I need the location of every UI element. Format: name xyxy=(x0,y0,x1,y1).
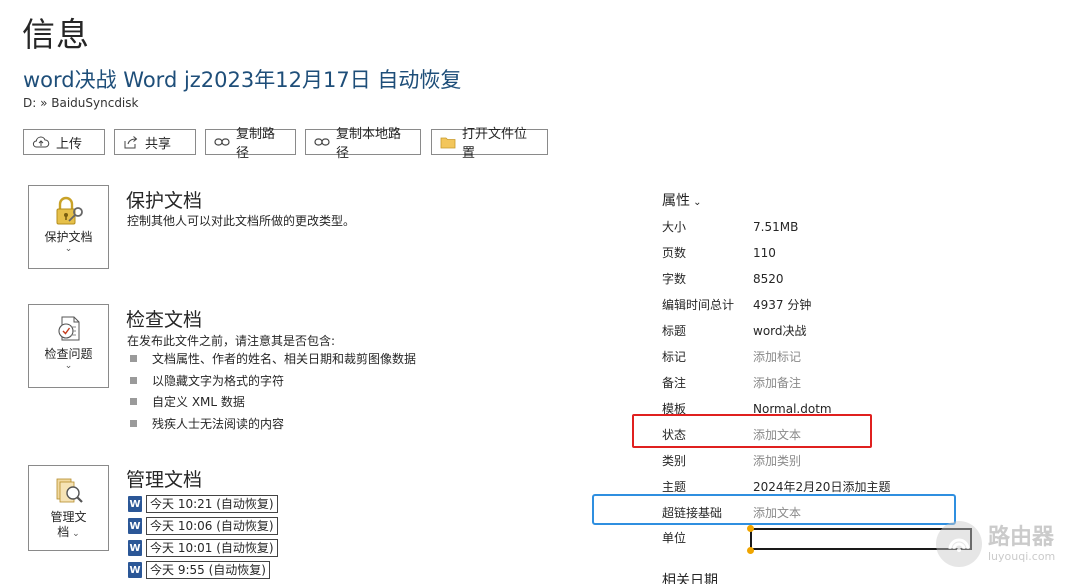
page-title: 信息 xyxy=(22,15,90,54)
version-item[interactable]: W 今天 10:01 (自动恢复) xyxy=(128,538,278,558)
share-icon xyxy=(124,136,138,149)
chevron-down-icon: ⌄ xyxy=(64,361,73,371)
related-dates-heading: 相关日期 xyxy=(662,573,718,584)
properties-dropdown[interactable]: 属性 ⌄ xyxy=(662,190,702,210)
hyperlink-base-highlight-box xyxy=(592,494,956,525)
bullet-icon xyxy=(130,419,137,427)
bullet-icon xyxy=(130,398,137,406)
chevron-down-icon: ⌄ xyxy=(690,197,702,208)
site-watermark: 路由器 luyouqi.com xyxy=(936,518,1076,570)
word-document-icon: W xyxy=(128,562,142,578)
open-file-location-button[interactable]: 打开文件位置 xyxy=(431,127,548,161)
copy-path-label: 复制路径 xyxy=(236,127,276,161)
list-item: 残疾人士无法阅读的内容 xyxy=(130,413,416,435)
inspect-document-icon xyxy=(57,316,79,341)
check-issues-label: 检查问题 xyxy=(44,347,93,361)
word-document-icon: W xyxy=(128,540,142,556)
copy-local-path-button[interactable]: 复制本地路径 xyxy=(305,127,421,161)
info-page: 信息 word决战 Word jz2023年12月17日 自动恢复 D: » B… xyxy=(0,0,1080,584)
watermark-text: 路由器 xyxy=(988,524,1055,550)
copy-path-button[interactable]: 复制路径 xyxy=(205,127,296,161)
list-item: 自定义 XML 数据 xyxy=(130,391,416,413)
word-document-icon: W xyxy=(128,496,142,512)
chevron-down-icon: ⌄ xyxy=(69,529,80,539)
version-item[interactable]: W 今天 10:06 (自动恢复) xyxy=(128,516,278,536)
link-icon xyxy=(314,138,330,146)
inspect-document-heading: 检查文档 xyxy=(126,309,203,331)
chevron-down-icon: ⌄ xyxy=(64,244,73,254)
inspect-items-list: 文档属性、作者的姓名、相关日期和裁剪图像数据 以隐藏文字为格式的字符 自定义 X… xyxy=(130,348,416,434)
share-button[interactable]: 共享 xyxy=(114,129,196,155)
cloud-upload-icon xyxy=(32,136,50,148)
router-logo-icon xyxy=(936,521,982,567)
manage-document-heading: 管理文档 xyxy=(126,469,203,491)
version-item[interactable]: W 今天 9:55 (自动恢复) xyxy=(128,560,278,580)
protect-document-button[interactable]: 保护文档 ⌄ xyxy=(28,185,109,269)
title-field[interactable]: word决战 xyxy=(753,321,807,341)
document-title: word决战 Word jz2023年12月17日 自动恢复 xyxy=(23,68,462,92)
document-path: D: » BaiduSyncdisk xyxy=(23,96,139,110)
protect-document-description: 控制其他人可以对此文档所做的更改类型。 xyxy=(127,214,356,228)
manage-document-button[interactable]: 管理文 档 ⌄ xyxy=(28,465,109,551)
link-icon xyxy=(214,138,230,146)
manage-document-label: 管理文 档 ⌄ xyxy=(50,510,87,539)
categories-field[interactable]: 添加类别 xyxy=(753,451,801,471)
upload-label: 上传 xyxy=(56,136,83,152)
upload-button[interactable]: 上传 xyxy=(23,129,105,155)
resize-handle[interactable] xyxy=(747,525,754,532)
protect-document-heading: 保护文档 xyxy=(126,190,203,212)
share-label: 共享 xyxy=(145,136,172,152)
status-highlight-box xyxy=(632,414,872,448)
folder-icon xyxy=(440,137,456,148)
watermark-url: luyouqi.com xyxy=(988,549,1056,563)
autorecover-versions-list: W 今天 10:21 (自动恢复) W 今天 10:06 (自动恢复) W 今天… xyxy=(128,494,278,582)
list-item: 以隐藏文字为格式的字符 xyxy=(130,370,416,392)
open-file-location-label: 打开文件位置 xyxy=(462,127,528,161)
bullet-icon xyxy=(130,355,137,363)
resize-handle[interactable] xyxy=(747,547,754,554)
bullet-icon xyxy=(130,376,137,384)
list-item: 文档属性、作者的姓名、相关日期和裁剪图像数据 xyxy=(130,348,416,370)
copy-local-path-label: 复制本地路径 xyxy=(336,127,402,161)
word-document-icon: W xyxy=(128,518,142,534)
lock-key-icon xyxy=(56,196,83,225)
manage-document-icon xyxy=(56,478,83,503)
comments-field[interactable]: 添加备注 xyxy=(753,373,801,393)
tags-field[interactable]: 添加标记 xyxy=(753,347,801,367)
check-issues-button[interactable]: 检查问题 ⌄ xyxy=(28,304,109,388)
version-item[interactable]: W 今天 10:21 (自动恢复) xyxy=(128,494,278,514)
protect-document-label: 保护文档 xyxy=(44,230,93,244)
inspect-document-description: 在发布此文件之前，请注意其是否包含: xyxy=(127,334,336,348)
